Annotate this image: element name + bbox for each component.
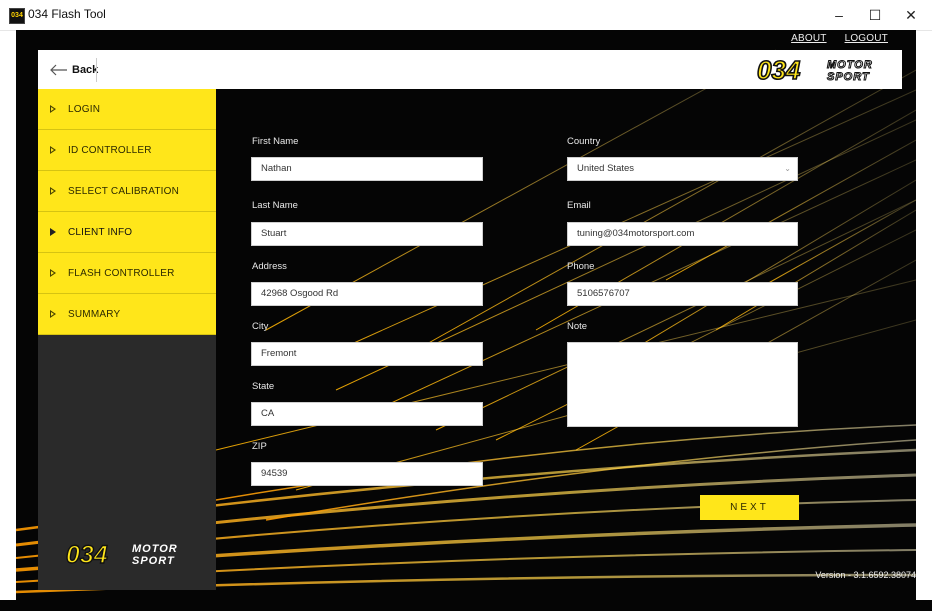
back-arrow-icon	[50, 64, 67, 76]
state-label: State	[252, 381, 275, 392]
step-arrow-icon	[50, 310, 56, 318]
brand-logo-sidebar: 034 MOTOR SPORT	[65, 540, 190, 572]
last-name-label: Last Name	[252, 200, 298, 211]
address-field[interactable]: 42968 Osgood Rd	[251, 282, 483, 306]
phone-label: Phone	[567, 261, 595, 272]
logo-bottom-text: SPORT	[827, 71, 870, 83]
logo-main-text: 034	[757, 57, 801, 83]
step-arrow-filled-icon	[50, 228, 56, 236]
client-info-form: First Name Nathan Last Name Stuart Addre…	[216, 89, 916, 590]
step-arrow-icon	[50, 187, 56, 195]
step-arrow-icon	[50, 269, 56, 277]
first-name-field[interactable]: Nathan	[251, 157, 483, 181]
email-label: Email	[567, 200, 591, 211]
bottom-strip	[0, 600, 932, 611]
phone-field[interactable]: 5106576707	[567, 282, 798, 306]
state-field[interactable]: CA	[251, 402, 483, 426]
logo-bottom-text: SPORT	[132, 555, 175, 567]
header-bar: Back 034 MOTOR SPORT	[38, 50, 902, 89]
chevron-down-icon: ⌄	[784, 164, 791, 173]
wizard-sidebar: LOGIN ID CONTROLLER SELECT CALIBRATION C…	[38, 89, 216, 590]
logout-link[interactable]: LOGOUT	[845, 30, 888, 48]
note-textarea[interactable]	[567, 342, 798, 427]
about-link[interactable]: ABOUT	[791, 30, 826, 48]
back-label: Back	[72, 64, 99, 76]
address-label: Address	[252, 261, 287, 272]
email-field[interactable]: tuning@034motorsport.com	[567, 222, 798, 246]
sidebar-item-login[interactable]: LOGIN	[38, 89, 216, 130]
last-name-field[interactable]: Stuart	[251, 222, 483, 246]
step-arrow-icon	[50, 105, 56, 113]
window-title: 034 Flash Tool	[28, 7, 106, 21]
sidebar-item-summary[interactable]: SUMMARY	[38, 294, 216, 335]
logo-top-text: MOTOR	[132, 543, 178, 555]
sidebar-item-flash-controller[interactable]: FLASH CONTROLLER	[38, 253, 216, 294]
sidebar-item-client-info[interactable]: CLIENT INFO	[38, 212, 216, 253]
zip-field[interactable]: 94539	[251, 462, 483, 486]
top-links: ABOUT LOGOUT	[791, 30, 888, 48]
step-arrow-icon	[50, 146, 56, 154]
first-name-label: First Name	[252, 136, 299, 147]
sidebar-item-label: CLIENT INFO	[68, 226, 133, 238]
sidebar-item-id-controller[interactable]: ID CONTROLLER	[38, 130, 216, 171]
header-divider	[96, 58, 97, 82]
city-field[interactable]: Fremont	[251, 342, 483, 366]
country-value: United States	[577, 163, 635, 174]
close-button[interactable]: ✕	[893, 0, 929, 30]
country-select[interactable]: United States ⌄	[567, 157, 798, 181]
app-icon: 034	[9, 8, 25, 24]
sidebar-item-label: SELECT CALIBRATION	[68, 185, 180, 197]
country-label: Country	[567, 136, 601, 147]
sidebar-item-select-calibration[interactable]: SELECT CALIBRATION	[38, 171, 216, 212]
back-button[interactable]: Back	[50, 60, 98, 80]
logo-top-text: MOTOR	[827, 59, 873, 71]
zip-label: ZIP	[252, 441, 267, 452]
city-label: City	[252, 321, 269, 332]
window-titlebar: 034 034 Flash Tool – ☐ ✕	[0, 0, 932, 31]
logo-main-text: 034	[66, 541, 108, 567]
brand-logo-header: 034 MOTOR SPORT	[756, 54, 887, 88]
sidebar-item-label: LOGIN	[68, 103, 101, 115]
next-button[interactable]: NEXT	[700, 495, 799, 520]
sidebar-item-label: FLASH CONTROLLER	[68, 267, 175, 279]
sidebar-item-label: ID CONTROLLER	[68, 144, 152, 156]
version-label: Version - 3.1.6592.38074	[815, 570, 916, 580]
minimize-button[interactable]: –	[821, 0, 857, 30]
app-stage: ABOUT LOGOUT Back 034 MOTOR SPORT LOGIN …	[16, 30, 916, 600]
sidebar-item-label: SUMMARY	[68, 308, 121, 320]
note-label: Note	[567, 321, 588, 332]
maximize-button[interactable]: ☐	[857, 0, 893, 30]
